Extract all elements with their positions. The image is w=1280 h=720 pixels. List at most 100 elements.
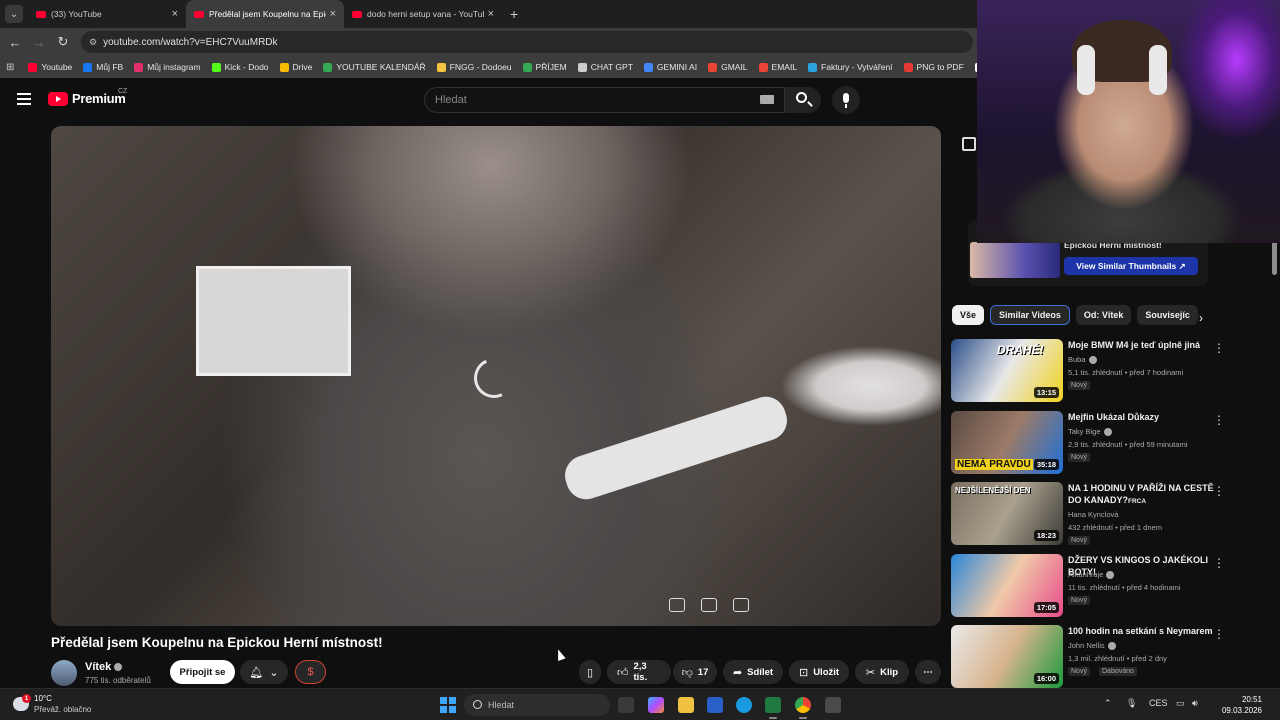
tray-chevron-up-icon[interactable]: ⌃ [1104, 698, 1112, 709]
microphone-tray-icon[interactable]: 🎙︎ [1126, 698, 1137, 709]
recommended-video[interactable]: NEMÁ PRAVDU 35:18 Mejfin Ukázal Důkazy Taky… [951, 410, 1271, 483]
apps-grid-icon[interactable]: ⊞ [6, 62, 14, 73]
site-info-icon[interactable]: ⚙ [89, 37, 97, 48]
video-thumbnail[interactable]: NEJŠÍLENĚJŠÍ DEN 18:23 [951, 482, 1063, 545]
taskbar-search-input[interactable]: Hledat [464, 694, 610, 716]
windows-start-icon[interactable] [440, 697, 456, 713]
terminal-icon[interactable] [765, 697, 781, 719]
filter-chip[interactable]: Od: Vítek [1075, 305, 1132, 325]
tab-search-icon[interactable]: ⌄ [5, 5, 23, 23]
bookmark-item[interactable]: Youtube [28, 62, 72, 72]
address-bar[interactable]: ⚙ youtube.com/watch?v=EHC7VuuMRDk [81, 31, 973, 53]
join-button[interactable]: Připojit se [170, 660, 235, 684]
bookmark-item[interactable]: CHAT GPT [577, 62, 633, 72]
video-meta: 5,1 tis. zhlédnutí • před 7 hodinami [1068, 368, 1184, 377]
new-tab-button[interactable]: + [510, 6, 518, 22]
bookmark-label: Kick - Dodo [224, 62, 269, 72]
clip-button[interactable]: ✂ Klip [855, 660, 909, 684]
video-player[interactable] [51, 126, 941, 626]
more-actions-button[interactable]: ⋯ [915, 660, 941, 684]
task-view-icon[interactable] [618, 697, 634, 713]
channel-name[interactable]: Vítek [85, 661, 123, 673]
channel-avatar[interactable] [51, 660, 77, 686]
chrome-browser-icon[interactable] [795, 697, 811, 719]
bookmark-item[interactable]: PNG to PDF [903, 62, 964, 72]
back-arrow-icon[interactable]: ← [3, 35, 27, 50]
keyboard-icon[interactable] [760, 95, 774, 104]
thanks-button[interactable]: $ [295, 660, 326, 684]
view-similar-thumbnails-button[interactable]: View Similar Thumbnails ↗ [1064, 257, 1198, 275]
browser-tab[interactable]: (33) YouTube × [28, 0, 186, 28]
tab-close-icon[interactable]: × [330, 8, 336, 20]
filter-chip[interactable]: Souvisejíc [1137, 305, 1198, 325]
network-icon[interactable]: ▭ [1176, 698, 1185, 709]
bookmark-item[interactable]: YOUTUBE KALENDÁŘ [323, 62, 426, 72]
taskbar-clock[interactable]: 20:51 09.03.2026 [1212, 694, 1262, 716]
save-button[interactable]: ⊡ Uložit [789, 660, 849, 684]
calculator-icon[interactable] [825, 697, 841, 713]
camera-screenshot-icon[interactable] [733, 598, 749, 612]
video-thumbnail[interactable]: 16:00 [951, 625, 1063, 688]
video-channel[interactable]: Alkanhraje [1068, 570, 1115, 579]
share-button[interactable]: ➦ Sdílet [723, 660, 783, 684]
browser-tab[interactable]: dodo herni setup vana - YouTub × [344, 0, 502, 28]
video-thumbnail[interactable]: 17:05 [951, 553, 1063, 617]
app-icon[interactable] [707, 697, 723, 713]
more-options-icon[interactable]: ⋮ [1213, 627, 1225, 641]
bookmark-item[interactable]: Drive [279, 62, 312, 72]
file-explorer-icon[interactable] [678, 697, 694, 713]
like-button[interactable]: 👍︎ 2,3 tis. [607, 660, 671, 684]
copilot-icon[interactable] [648, 697, 664, 713]
dislike-button[interactable]: 👎︎ 17 [673, 660, 717, 684]
language-indicator[interactable]: CES [1149, 698, 1168, 708]
filter-chip[interactable]: Similar Videos [990, 305, 1070, 325]
transcript-icon[interactable] [701, 598, 717, 612]
edge-browser-icon[interactable] [736, 697, 752, 713]
video-channel[interactable]: Hana Kynclová [1068, 510, 1118, 519]
recommended-video[interactable]: 16:00 100 hodin na setkání s Neymarem John… [951, 625, 1271, 697]
video-thumbnail[interactable]: DRAHÉ! 13:15 [951, 339, 1063, 402]
video-channel[interactable]: John Nellis [1068, 641, 1116, 651]
browser-tab-active[interactable]: Předělal jsem Koupelnu na Epic × [186, 0, 344, 28]
more-options-icon[interactable]: ⋮ [1213, 413, 1225, 427]
video-thumbnail[interactable]: NEMÁ PRAVDU 35:18 [951, 410, 1063, 474]
bookmark-item[interactable]: FNGG - Dodoeu [436, 62, 512, 72]
notifications-button[interactable]: 🔔︎ ⌄ [240, 660, 288, 684]
recommended-video[interactable]: 17:05 DŽERY VS KINGOS O JAKÉKOLI BOTY! Alk… [951, 553, 1271, 626]
video-channel[interactable]: Buba [1068, 355, 1097, 365]
recommended-video[interactable]: DRAHÉ! 13:15 Moje BMW M4 je teď úplně jiná… [951, 339, 1271, 411]
recommended-video[interactable]: NEJŠÍLENĚJŠÍ DEN 18:23 NA 1 HODINU V PAŘÍŽ… [951, 482, 1271, 554]
tab-close-icon[interactable]: × [172, 8, 178, 20]
video-channel[interactable]: Taky Bige [1068, 427, 1112, 436]
extension-icon[interactable] [962, 137, 976, 151]
search-button[interactable] [785, 87, 821, 113]
bookmark-button[interactable]: ▯ [579, 660, 601, 684]
chevron-right-icon[interactable]: › [1199, 311, 1203, 325]
volume-icon[interactable]: 🔊︎ [1192, 698, 1198, 709]
video-title[interactable]: Mejfin Ukázal Důkazy [1068, 411, 1218, 423]
more-options-icon[interactable]: ⋮ [1213, 556, 1225, 570]
bookmark-item[interactable]: GMAIL [708, 62, 748, 72]
video-title[interactable]: Moje BMW M4 je teď úplně jiná [1068, 339, 1218, 351]
tab-close-icon[interactable]: × [488, 8, 494, 20]
bookmark-item[interactable]: Můj instagram [134, 62, 201, 72]
search-input[interactable]: Hledat [424, 87, 785, 113]
menu-hamburger-icon[interactable] [17, 93, 31, 105]
bookmark-item[interactable]: Kick - Dodo [211, 62, 269, 72]
image-icon[interactable] [669, 598, 685, 612]
notification-badge: 1 [22, 694, 31, 703]
bookmark-item[interactable]: PŘÍJEM [522, 62, 567, 72]
youtube-premium-logo[interactable]: Premium CZ [48, 88, 127, 106]
more-options-icon[interactable]: ⋮ [1213, 341, 1225, 355]
filter-chip[interactable]: Vše [952, 305, 985, 325]
bookmark-item[interactable]: Faktury - Vytváření [808, 62, 893, 72]
bookmark-item[interactable]: Můj FB [83, 62, 123, 72]
bookmark-item[interactable]: EMAIL [758, 62, 797, 72]
more-options-icon[interactable]: ⋮ [1213, 484, 1225, 498]
voice-search-microphone-icon[interactable] [832, 86, 860, 114]
video-title[interactable]: 100 hodin na setkání s Neymarem [1068, 625, 1218, 637]
reload-icon[interactable]: ↻ [51, 34, 75, 50]
bookmark-item[interactable]: GEMINI AI [643, 62, 697, 72]
forward-arrow-icon[interactable]: → [27, 35, 51, 50]
video-title[interactable]: NA 1 HODINU V PAŘÍŽI NA CESTĚ DO KANADY?… [1068, 482, 1218, 508]
